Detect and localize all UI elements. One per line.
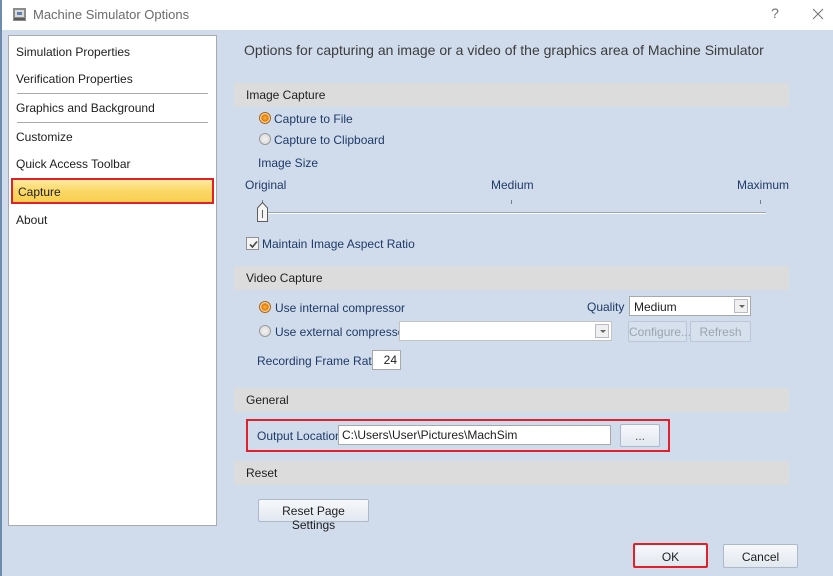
output-location-label: Output Location bbox=[257, 429, 342, 443]
nav-item-capture-label: Capture bbox=[18, 185, 61, 199]
image-size-label: Image Size bbox=[258, 156, 319, 170]
output-location-input[interactable]: C:\Users\User\Pictures\MachSim bbox=[338, 425, 611, 445]
use-external-compressor-label[interactable]: Use external compressor bbox=[275, 325, 408, 339]
nav-item-graphics-and-background[interactable]: Graphics and Background bbox=[16, 101, 155, 115]
section-title: General bbox=[246, 393, 289, 407]
slider-tick bbox=[760, 200, 761, 204]
slider-tick bbox=[511, 200, 512, 204]
use-external-compressor-radio[interactable] bbox=[259, 325, 271, 337]
browse-button-label: ... bbox=[634, 429, 645, 443]
nav-item-verification-properties[interactable]: Verification Properties bbox=[16, 72, 133, 86]
nav-item-quick-access-toolbar[interactable]: Quick Access Toolbar bbox=[16, 157, 131, 171]
title-bar: Machine Simulator Options ? bbox=[2, 0, 833, 30]
slider-label-maximum: Maximum bbox=[737, 178, 790, 192]
nav-item-about[interactable]: About bbox=[16, 213, 47, 227]
use-internal-compressor-label[interactable]: Use internal compressor bbox=[275, 301, 405, 315]
ok-button-label: OK bbox=[661, 550, 680, 564]
section-title: Reset bbox=[246, 466, 278, 480]
browse-button[interactable]: ... bbox=[620, 424, 660, 447]
reset-button-label: Reset Page Settings bbox=[282, 504, 345, 532]
cancel-button[interactable]: Cancel bbox=[723, 544, 798, 568]
refresh-button[interactable]: Refresh bbox=[690, 321, 751, 342]
chevron-down-icon[interactable] bbox=[734, 299, 748, 313]
nav-divider bbox=[17, 122, 208, 123]
configure-button-label: Configure... bbox=[629, 325, 692, 339]
quality-label: Quality bbox=[587, 300, 625, 314]
window-title: Machine Simulator Options bbox=[33, 7, 190, 22]
maintain-aspect-checkbox[interactable] bbox=[246, 237, 259, 250]
close-icon[interactable] bbox=[808, 4, 828, 24]
nav-divider bbox=[17, 93, 208, 94]
capture-to-file-label[interactable]: Capture to File bbox=[274, 112, 353, 126]
help-button[interactable]: ? bbox=[766, 5, 784, 25]
capture-to-clipboard-radio[interactable] bbox=[259, 133, 271, 145]
capture-to-clipboard-label[interactable]: Capture to Clipboard bbox=[274, 133, 385, 147]
section-video-capture: Video Capture bbox=[234, 266, 789, 290]
options-nav-list: Simulation Properties Verification Prope… bbox=[8, 35, 217, 526]
chevron-down-icon[interactable] bbox=[595, 324, 609, 338]
nav-item-customize[interactable]: Customize bbox=[16, 130, 73, 144]
checkmark-icon bbox=[249, 240, 258, 249]
nav-item-simulation-properties[interactable]: Simulation Properties bbox=[16, 45, 130, 59]
nav-item-capture[interactable]: Capture bbox=[11, 178, 214, 204]
section-title: Video Capture bbox=[246, 271, 323, 285]
section-reset: Reset bbox=[234, 461, 789, 485]
use-internal-compressor-radio[interactable] bbox=[259, 301, 271, 313]
image-size-slider-thumb[interactable] bbox=[257, 202, 268, 222]
machine-simulator-icon bbox=[13, 8, 26, 21]
configure-button[interactable]: Configure... bbox=[628, 321, 692, 342]
slider-label-original: Original bbox=[245, 178, 287, 192]
refresh-button-label: Refresh bbox=[699, 325, 742, 339]
cancel-button-label: Cancel bbox=[741, 550, 780, 564]
section-image-capture: Image Capture bbox=[234, 83, 789, 107]
slider-label-medium: Medium bbox=[491, 178, 534, 192]
image-size-slider-track[interactable] bbox=[258, 212, 766, 214]
maintain-aspect-label[interactable]: Maintain Image Aspect Ratio bbox=[262, 237, 415, 251]
external-compressor-dropdown[interactable] bbox=[399, 321, 612, 341]
quality-dropdown[interactable]: Medium bbox=[629, 296, 751, 316]
options-dialog: Machine Simulator Options ? Simulation P… bbox=[0, 0, 833, 576]
page-description: Options for capturing an image or a vide… bbox=[244, 42, 764, 58]
capture-to-file-radio[interactable] bbox=[259, 112, 271, 124]
quality-value: Medium bbox=[634, 300, 677, 314]
ok-button[interactable]: OK bbox=[633, 543, 708, 568]
section-title: Image Capture bbox=[246, 88, 326, 102]
reset-page-settings-button[interactable]: Reset Page Settings bbox=[258, 499, 369, 532]
section-general: General bbox=[234, 388, 789, 412]
frame-rate-label: Recording Frame Rate bbox=[257, 354, 379, 368]
frame-rate-input[interactable]: 24 bbox=[372, 350, 401, 370]
